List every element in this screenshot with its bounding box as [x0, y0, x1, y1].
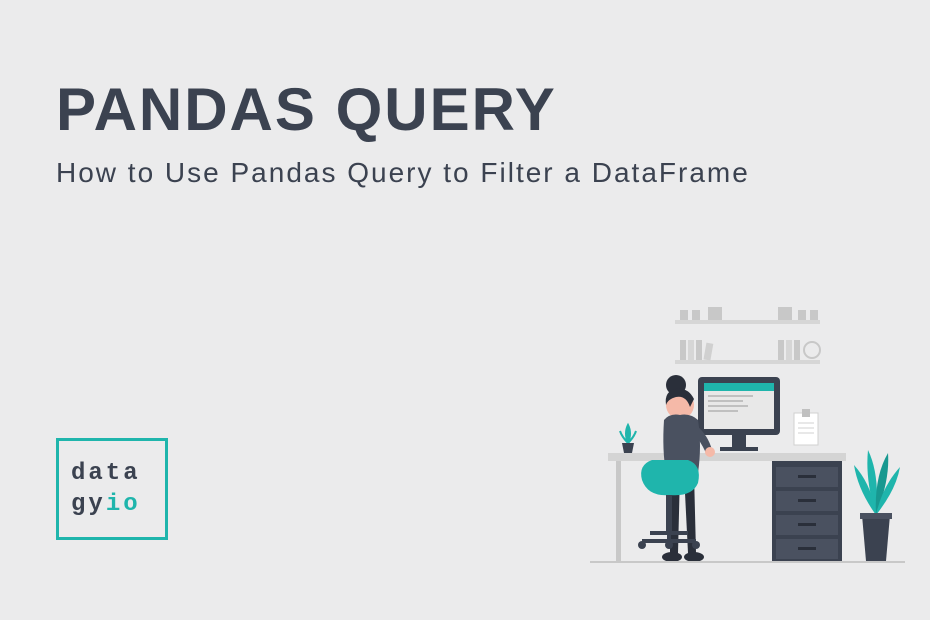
shelf-item: [692, 310, 700, 320]
page-subtitle: How to Use Pandas Query to Filter a Data…: [56, 152, 750, 194]
shoe: [684, 552, 704, 562]
monitor-stand: [732, 435, 746, 447]
desk-leg-left: [616, 461, 621, 561]
desk-illustration: [580, 305, 910, 575]
book: [688, 340, 694, 360]
drawer-handle: [798, 475, 816, 478]
monitor-base: [720, 447, 758, 451]
shelf-bottom: [675, 360, 820, 364]
plant-small: [620, 425, 636, 443]
shelf-item: [778, 307, 792, 320]
drawer-handle: [798, 523, 816, 526]
shelf-top: [675, 320, 820, 324]
shoe: [662, 552, 682, 562]
pot-small: [622, 443, 634, 453]
notepad-clip: [802, 409, 810, 417]
notepad: [794, 413, 818, 445]
book: [696, 340, 702, 360]
book: [703, 343, 713, 361]
logo-text-data: data: [71, 460, 141, 487]
chair-wheel: [638, 541, 646, 549]
shelf-item: [810, 310, 818, 320]
chair-pole: [666, 495, 672, 533]
chair-seat: [641, 460, 699, 495]
logo-text-io: io: [106, 491, 141, 518]
book: [794, 340, 800, 360]
shelf-item: [798, 310, 806, 320]
drawer-handle: [798, 499, 816, 502]
desk-top: [608, 453, 846, 461]
shelf-item: [680, 310, 688, 320]
screen-line: [708, 405, 748, 407]
drawer-handle: [798, 547, 816, 550]
clock-icon: [804, 342, 820, 358]
monitor-titlebar: [704, 383, 774, 391]
logo-text-gy: gy: [71, 491, 106, 518]
hand: [705, 447, 715, 457]
plant-pot-rim: [860, 513, 892, 519]
datagy-logo: data gyio: [56, 438, 168, 540]
screen-line: [708, 400, 743, 402]
book: [680, 340, 686, 360]
plant-pot: [862, 515, 890, 561]
book: [786, 340, 792, 360]
book: [778, 340, 784, 360]
page-title: PANDAS QUERY: [56, 75, 557, 144]
chair-wheel: [692, 541, 700, 549]
shelf-item: [708, 307, 722, 320]
screen-line: [708, 410, 738, 412]
screen-line: [708, 395, 753, 397]
chair-wheel: [665, 541, 673, 549]
